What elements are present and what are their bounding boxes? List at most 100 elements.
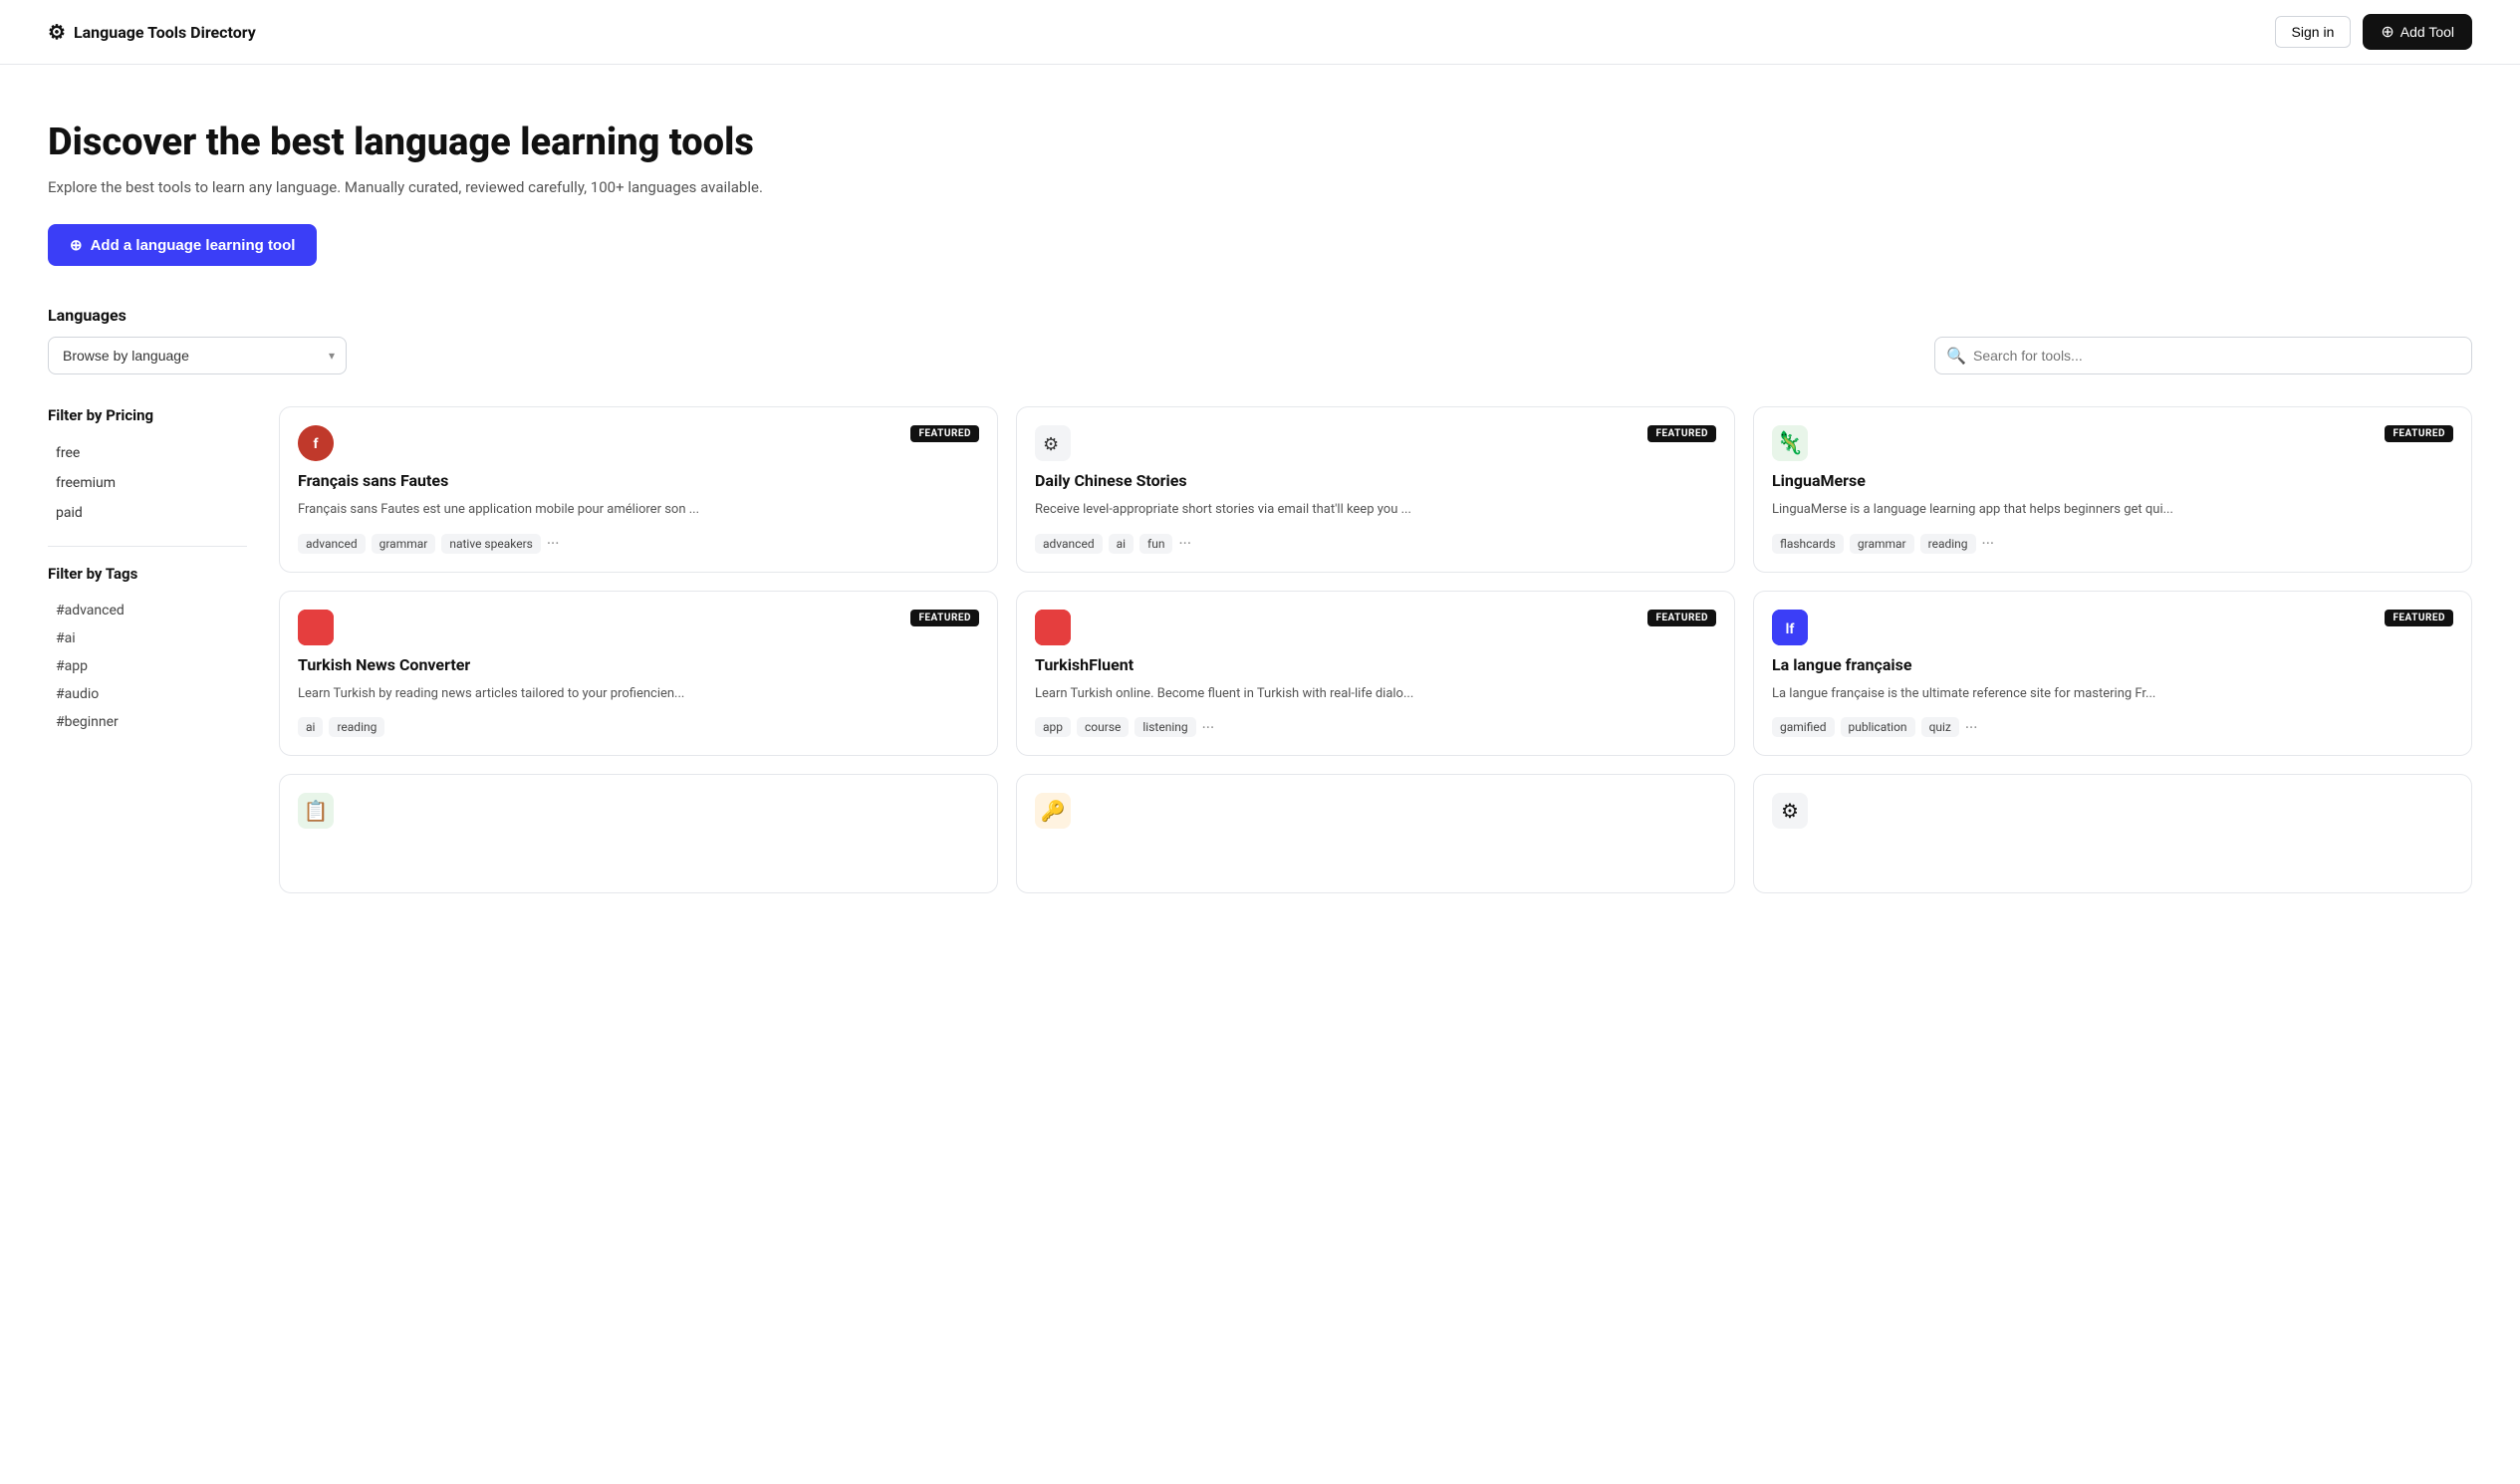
card-logo: ⚙ (1035, 425, 1071, 461)
card-logo: 🔑 (1035, 793, 1071, 829)
sidebar: Filter by Pricing free freemium paid Fil… (48, 406, 247, 893)
card-linguamerse: 🦎 FEATURED LinguaMerse LinguaMerse is a … (1753, 406, 2472, 573)
card-tags: flashcards grammar reading ··· (1772, 534, 2453, 554)
tag-ai[interactable]: #ai (48, 624, 247, 652)
card-tags: advanced ai fun ··· (1035, 534, 1716, 554)
card-header: FEATURED (1035, 610, 1716, 645)
main-content: Filter by Pricing free freemium paid Fil… (0, 406, 2520, 933)
tag-item[interactable]: grammar (372, 534, 436, 554)
card-tags: advanced grammar native speakers ··· (298, 534, 979, 554)
tag-item[interactable]: course (1077, 717, 1129, 737)
tag-item[interactable]: ai (298, 717, 323, 737)
logo: ⚙ Language Tools Directory (48, 20, 256, 44)
card-desc: La langue française is the ultimate refe… (1772, 684, 2453, 704)
tag-item[interactable]: grammar (1850, 534, 1914, 554)
card-tags: app course listening ··· (1035, 717, 1716, 737)
filter-freemium[interactable]: freemium (48, 468, 247, 498)
red-square-icon (298, 610, 334, 645)
card-header: ⚙ FEATURED (1035, 425, 1716, 461)
hero-cta-button[interactable]: ⊕ Add a language learning tool (48, 224, 317, 266)
tag-item[interactable]: fun (1139, 534, 1172, 554)
card-title: Français sans Fautes (298, 471, 979, 490)
more-tags-button[interactable]: ··· (1202, 718, 1215, 737)
plus-circle-icon: ⊕ (2381, 22, 2394, 42)
languages-label: Languages (48, 306, 2472, 325)
hero-subtitle: Explore the best tools to learn any lang… (48, 178, 849, 196)
card-logo: ⚙ (1772, 793, 1808, 829)
addtool-button[interactable]: ⊕ Add Tool (2363, 14, 2472, 50)
card-tags: ai reading (298, 717, 979, 737)
tag-beginner[interactable]: #beginner (48, 708, 247, 736)
tag-item[interactable]: gamified (1772, 717, 1835, 737)
card-logo: lf (1772, 610, 1808, 645)
card-header: FEATURED (298, 610, 979, 645)
card-desc: Français sans Fautes est une application… (298, 500, 979, 520)
hero-cta-label: Add a language learning tool (91, 237, 296, 254)
more-tags-button[interactable]: ··· (1965, 718, 1978, 737)
card-title: La langue française (1772, 655, 2453, 674)
nav-actions: Sign in ⊕ Add Tool (2275, 14, 2472, 50)
featured-badge: FEATURED (2385, 425, 2453, 442)
hero-title: Discover the best language learning tool… (48, 121, 849, 164)
languages-row: Browse by language Spanish French German… (48, 337, 2472, 374)
card-turkish-news: FEATURED Turkish News Converter Learn Tu… (279, 591, 998, 757)
signin-button[interactable]: Sign in (2275, 16, 2352, 48)
tag-item[interactable]: quiz (1921, 717, 1959, 737)
more-tags-button[interactable]: ··· (1178, 534, 1191, 553)
card-title: Turkish News Converter (298, 655, 979, 674)
filter-free[interactable]: free (48, 438, 247, 468)
cards-grid: f FEATURED Français sans Fautes Français… (279, 406, 2472, 893)
card-daily-chinese: ⚙ FEATURED Daily Chinese Stories Receive… (1016, 406, 1735, 573)
tag-item[interactable]: app (1035, 717, 1071, 737)
search-icon: 🔍 (1946, 347, 1966, 366)
card-bottom-2: 🔑 (1016, 774, 1735, 893)
tag-item[interactable]: reading (329, 717, 384, 737)
card-header: lf FEATURED (1772, 610, 2453, 645)
card-desc: Receive level-appropriate short stories … (1035, 500, 1716, 520)
card-turkishfluent: FEATURED TurkishFluent Learn Turkish onl… (1016, 591, 1735, 757)
featured-badge: FEATURED (910, 610, 979, 626)
filter-paid[interactable]: paid (48, 498, 247, 528)
language-select[interactable]: Browse by language Spanish French German… (48, 337, 347, 374)
card-desc: Learn Turkish online. Become fluent in T… (1035, 684, 1716, 704)
card-bottom-3: ⚙ (1753, 774, 2472, 893)
card-logo (298, 610, 334, 645)
card-desc: Learn Turkish by reading news articles t… (298, 684, 979, 704)
gecko-icon: 🦎 (1776, 431, 1803, 456)
card-bottom-1: 📋 (279, 774, 998, 893)
hero-cta-icon: ⊕ (70, 236, 83, 254)
red-square-icon (1035, 610, 1071, 645)
card-header: 🦎 FEATURED (1772, 425, 2453, 461)
languages-section: Languages Browse by language Spanish Fre… (0, 306, 2520, 406)
more-tags-button[interactable]: ··· (547, 534, 560, 553)
francais-logo-icon: f (298, 425, 334, 461)
language-select-wrapper: Browse by language Spanish French German… (48, 337, 347, 374)
tag-item[interactable]: native speakers (441, 534, 540, 554)
blue-square-icon: lf (1772, 610, 1808, 645)
tag-item[interactable]: reading (1920, 534, 1976, 554)
card-logo (1035, 610, 1071, 645)
tag-item[interactable]: publication (1841, 717, 1915, 737)
card-title: Daily Chinese Stories (1035, 471, 1716, 490)
card-logo: 📋 (298, 793, 334, 829)
tags-filter-title: Filter by Tags (48, 565, 247, 583)
tag-item[interactable]: ai (1109, 534, 1134, 554)
tag-audio[interactable]: #audio (48, 680, 247, 708)
featured-badge: FEATURED (1647, 425, 1716, 442)
tag-item[interactable]: listening (1134, 717, 1195, 737)
card-logo: f (298, 425, 334, 461)
tag-advanced[interactable]: #advanced (48, 597, 247, 624)
tag-item[interactable]: advanced (298, 534, 366, 554)
more-tags-button[interactable]: ··· (1982, 534, 1995, 553)
search-input[interactable] (1934, 337, 2472, 374)
svg-text:lf: lf (1786, 621, 1796, 637)
tag-item[interactable]: advanced (1035, 534, 1103, 554)
tag-item[interactable]: flashcards (1772, 534, 1844, 554)
tag-app[interactable]: #app (48, 652, 247, 680)
card-title: TurkishFluent (1035, 655, 1716, 674)
card-header: ⚙ (1772, 793, 2453, 829)
card-header: 🔑 (1035, 793, 1716, 829)
sidebar-divider (48, 546, 247, 547)
card-title: LinguaMerse (1772, 471, 2453, 490)
card-francais: f FEATURED Français sans Fautes Français… (279, 406, 998, 573)
